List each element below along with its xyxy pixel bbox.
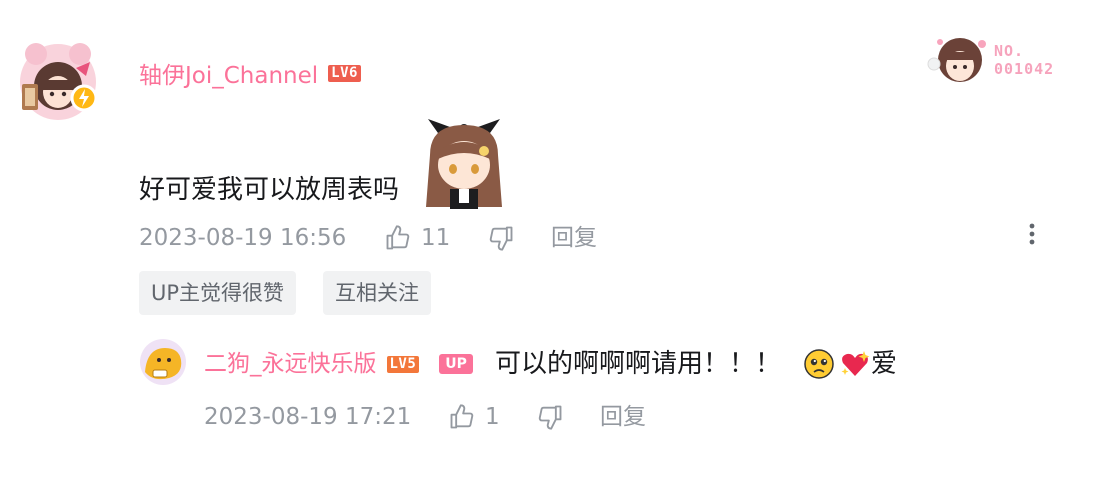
reply-content: 可以的啊啊啊请用！！！ [494, 349, 781, 379]
thumb-up-icon [386, 225, 410, 250]
sparkling-heart-emoji [839, 348, 871, 380]
like-count: 11 [421, 225, 451, 251]
user-avatar[interactable] [16, 40, 100, 124]
avatar-icon [20, 43, 98, 120]
sticker-image [418, 115, 510, 209]
reply-content-tail: 爱 [870, 349, 897, 379]
reply-author[interactable]: 二狗_永远快乐版 [204, 345, 377, 383]
avatar-icon [140, 339, 186, 385]
like-button[interactable] [384, 224, 412, 252]
up-badge: UP [439, 354, 473, 374]
username-main[interactable]: 轴伊Joi_Channel [139, 63, 318, 89]
level-badge: LV5 [386, 355, 420, 373]
dislike-button[interactable] [487, 224, 515, 252]
more-vertical-icon [1029, 223, 1035, 245]
reply-line: 二狗_永远快乐版 LV5 UP 可以的啊啊啊请用！！！ 爱 [204, 345, 897, 383]
fan-badge-number: NO. 001042 [994, 42, 1055, 78]
more-options-button[interactable] [1022, 222, 1042, 250]
thumb-up-icon [450, 404, 474, 429]
chibi-girl-sticker-icon [426, 119, 502, 209]
reply-dislike-button[interactable] [536, 403, 564, 431]
tag-mutual-follow: 互相关注 [323, 271, 431, 315]
level-badge: LV6 [328, 65, 361, 82]
fan-badge-character-icon [927, 38, 986, 82]
pleading-face-emoji [803, 348, 835, 380]
comment-author[interactable]: 轴伊Joi_Channel LV6 [139, 60, 361, 92]
reply-time: 2023-08-19 17:21 [204, 404, 412, 430]
reply-avatar[interactable] [139, 338, 187, 386]
comment-time: 2023-08-19 16:56 [139, 225, 347, 251]
reply-reply-button[interactable]: 回复 [600, 402, 646, 432]
reply-like-button[interactable] [448, 403, 476, 431]
reply-like-count: 1 [485, 404, 500, 430]
thumb-down-icon [538, 405, 562, 430]
reply-button[interactable]: 回复 [551, 223, 597, 253]
tag-up-liked: UP主觉得很赞 [139, 271, 297, 315]
comment-content: 好可爱我可以放周表吗 [139, 175, 400, 205]
thumb-down-icon [489, 226, 513, 251]
